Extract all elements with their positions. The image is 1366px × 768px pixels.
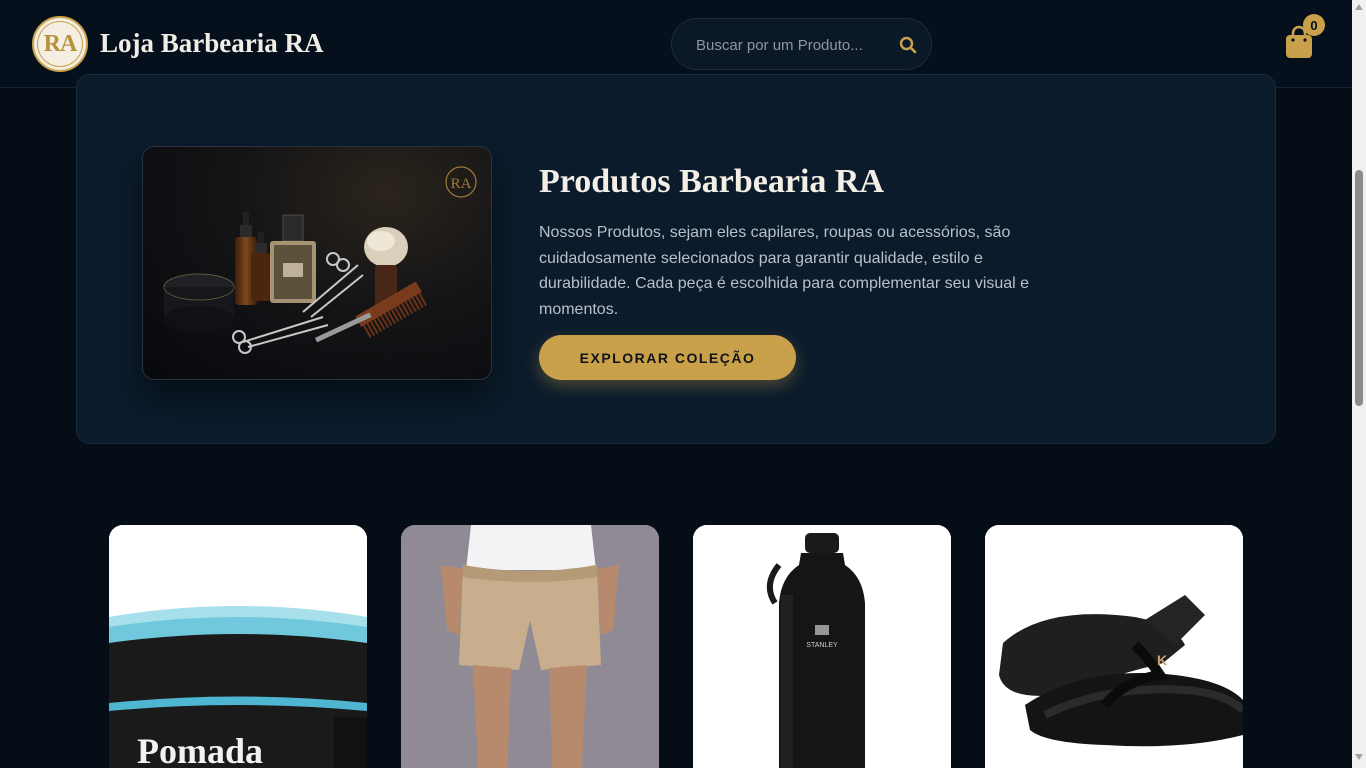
- pomade-label: Pomada: [137, 731, 263, 768]
- product-card[interactable]: K: [985, 525, 1243, 768]
- scroll-up-arrow-icon[interactable]: [1355, 4, 1363, 10]
- explore-collection-button[interactable]: EXPLORAR COLEÇÃO: [539, 335, 796, 380]
- black-flip-flops-image: K: [985, 525, 1243, 768]
- hero-image-logo: RA: [451, 176, 472, 192]
- khaki-shorts-image: [401, 525, 659, 768]
- pomade-jar-image: Pomada: [109, 525, 367, 768]
- product-card[interactable]: Pomada: [109, 525, 367, 768]
- scroll-down-arrow-icon[interactable]: [1355, 754, 1363, 760]
- sandal-logo: K: [1157, 652, 1167, 668]
- hero-title: Produtos Barbearia RA: [539, 163, 885, 200]
- brand-name[interactable]: Loja Barbearia RA: [100, 28, 323, 59]
- brand-logo[interactable]: RA: [32, 16, 88, 72]
- hero-section: RA Produtos Barbearia RA Nossos Produtos…: [76, 74, 1276, 444]
- product-card[interactable]: [401, 525, 659, 768]
- black-bottle-image: STANLEY: [693, 525, 951, 768]
- hero-image: RA: [142, 146, 492, 380]
- barber-products-illustration: RA: [163, 166, 477, 354]
- cart-count-badge: 0: [1303, 14, 1325, 36]
- logo-monogram: RA: [43, 30, 78, 57]
- hero-description: Nossos Produtos, sejam eles capilares, r…: [539, 224, 1030, 318]
- search-input[interactable]: [696, 33, 886, 57]
- product-card[interactable]: STANLEY: [693, 525, 951, 768]
- search-bar: [671, 18, 932, 70]
- bottle-brand: STANLEY: [806, 642, 838, 649]
- scrollbar-thumb[interactable]: [1355, 170, 1363, 406]
- page-scrollbar[interactable]: [1352, 0, 1366, 768]
- search-icon[interactable]: [898, 35, 918, 55]
